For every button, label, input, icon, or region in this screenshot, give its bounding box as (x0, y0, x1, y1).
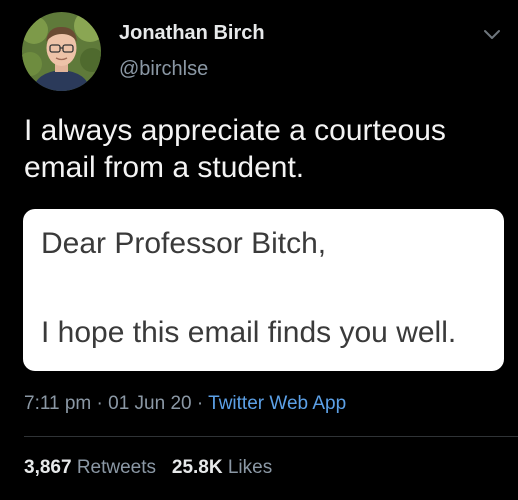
tweet-text: I always appreciate a courteous email fr… (24, 112, 494, 186)
retweets-stat[interactable]: 3,867 Retweets (24, 457, 156, 478)
profile-photo (22, 12, 101, 91)
author-handle[interactable]: @birchlse (119, 58, 208, 81)
avatar[interactable] (22, 12, 101, 91)
chevron-down-icon[interactable] (480, 24, 504, 44)
email-body: I hope this email finds you well. (41, 316, 457, 349)
tweet-date[interactable]: 01 Jun 20 (108, 393, 191, 414)
likes-count: 25.8K (171, 457, 223, 478)
retweets-count: 3,867 (24, 457, 72, 478)
tweet-image[interactable]: Dear Professor Bitch, I hope this email … (23, 209, 504, 371)
divider (24, 436, 518, 437)
meta-separator: · (96, 393, 103, 414)
tweet-stats: 3,867 Retweets 25.8K Likes (24, 457, 272, 479)
likes-stat[interactable]: 25.8K Likes (172, 457, 272, 478)
author-display-name[interactable]: Jonathan Birch (119, 22, 265, 45)
meta-separator: · (196, 393, 204, 414)
likes-label: Likes (227, 457, 273, 478)
tweet-metadata: 7:11 pm · 01 Jun 20 · Twitter Web App (24, 393, 346, 415)
email-greeting: Dear Professor Bitch, (41, 227, 327, 260)
tweet-source-link[interactable]: Twitter Web App (208, 393, 346, 414)
tweet-time[interactable]: 7:11 pm (24, 393, 91, 414)
tweet-text-line: email from a student. (24, 151, 305, 184)
retweets-label: Retweets (76, 457, 157, 478)
tweet-text-line: I always appreciate a courteous (24, 114, 446, 147)
